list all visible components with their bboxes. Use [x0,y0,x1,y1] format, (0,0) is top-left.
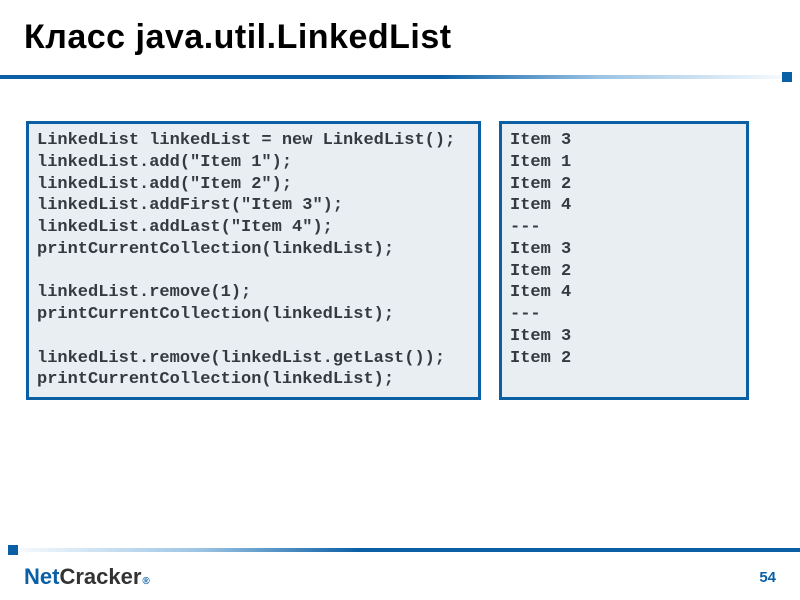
code-block: LinkedList linkedList = new LinkedList()… [26,121,481,400]
logo-part1: Net [24,564,59,590]
logo-part2: Cracker [59,564,141,590]
header-divider [0,75,800,89]
logo-registered: ® [142,576,149,587]
footer-divider [0,548,800,562]
logo: NetCracker® [24,564,150,590]
content-row: LinkedList linkedList = new LinkedList()… [24,121,776,400]
slide-title: Класс java.util.LinkedList [24,18,776,57]
output-block: Item 3 Item 1 Item 2 Item 4 --- Item 3 I… [499,121,749,400]
divider-end-icon [782,72,792,82]
slide: Класс java.util.LinkedList LinkedList li… [0,0,800,600]
divider-start-icon [8,545,18,555]
footer: NetCracker® 54 [0,550,800,590]
page-number: 54 [759,569,776,590]
